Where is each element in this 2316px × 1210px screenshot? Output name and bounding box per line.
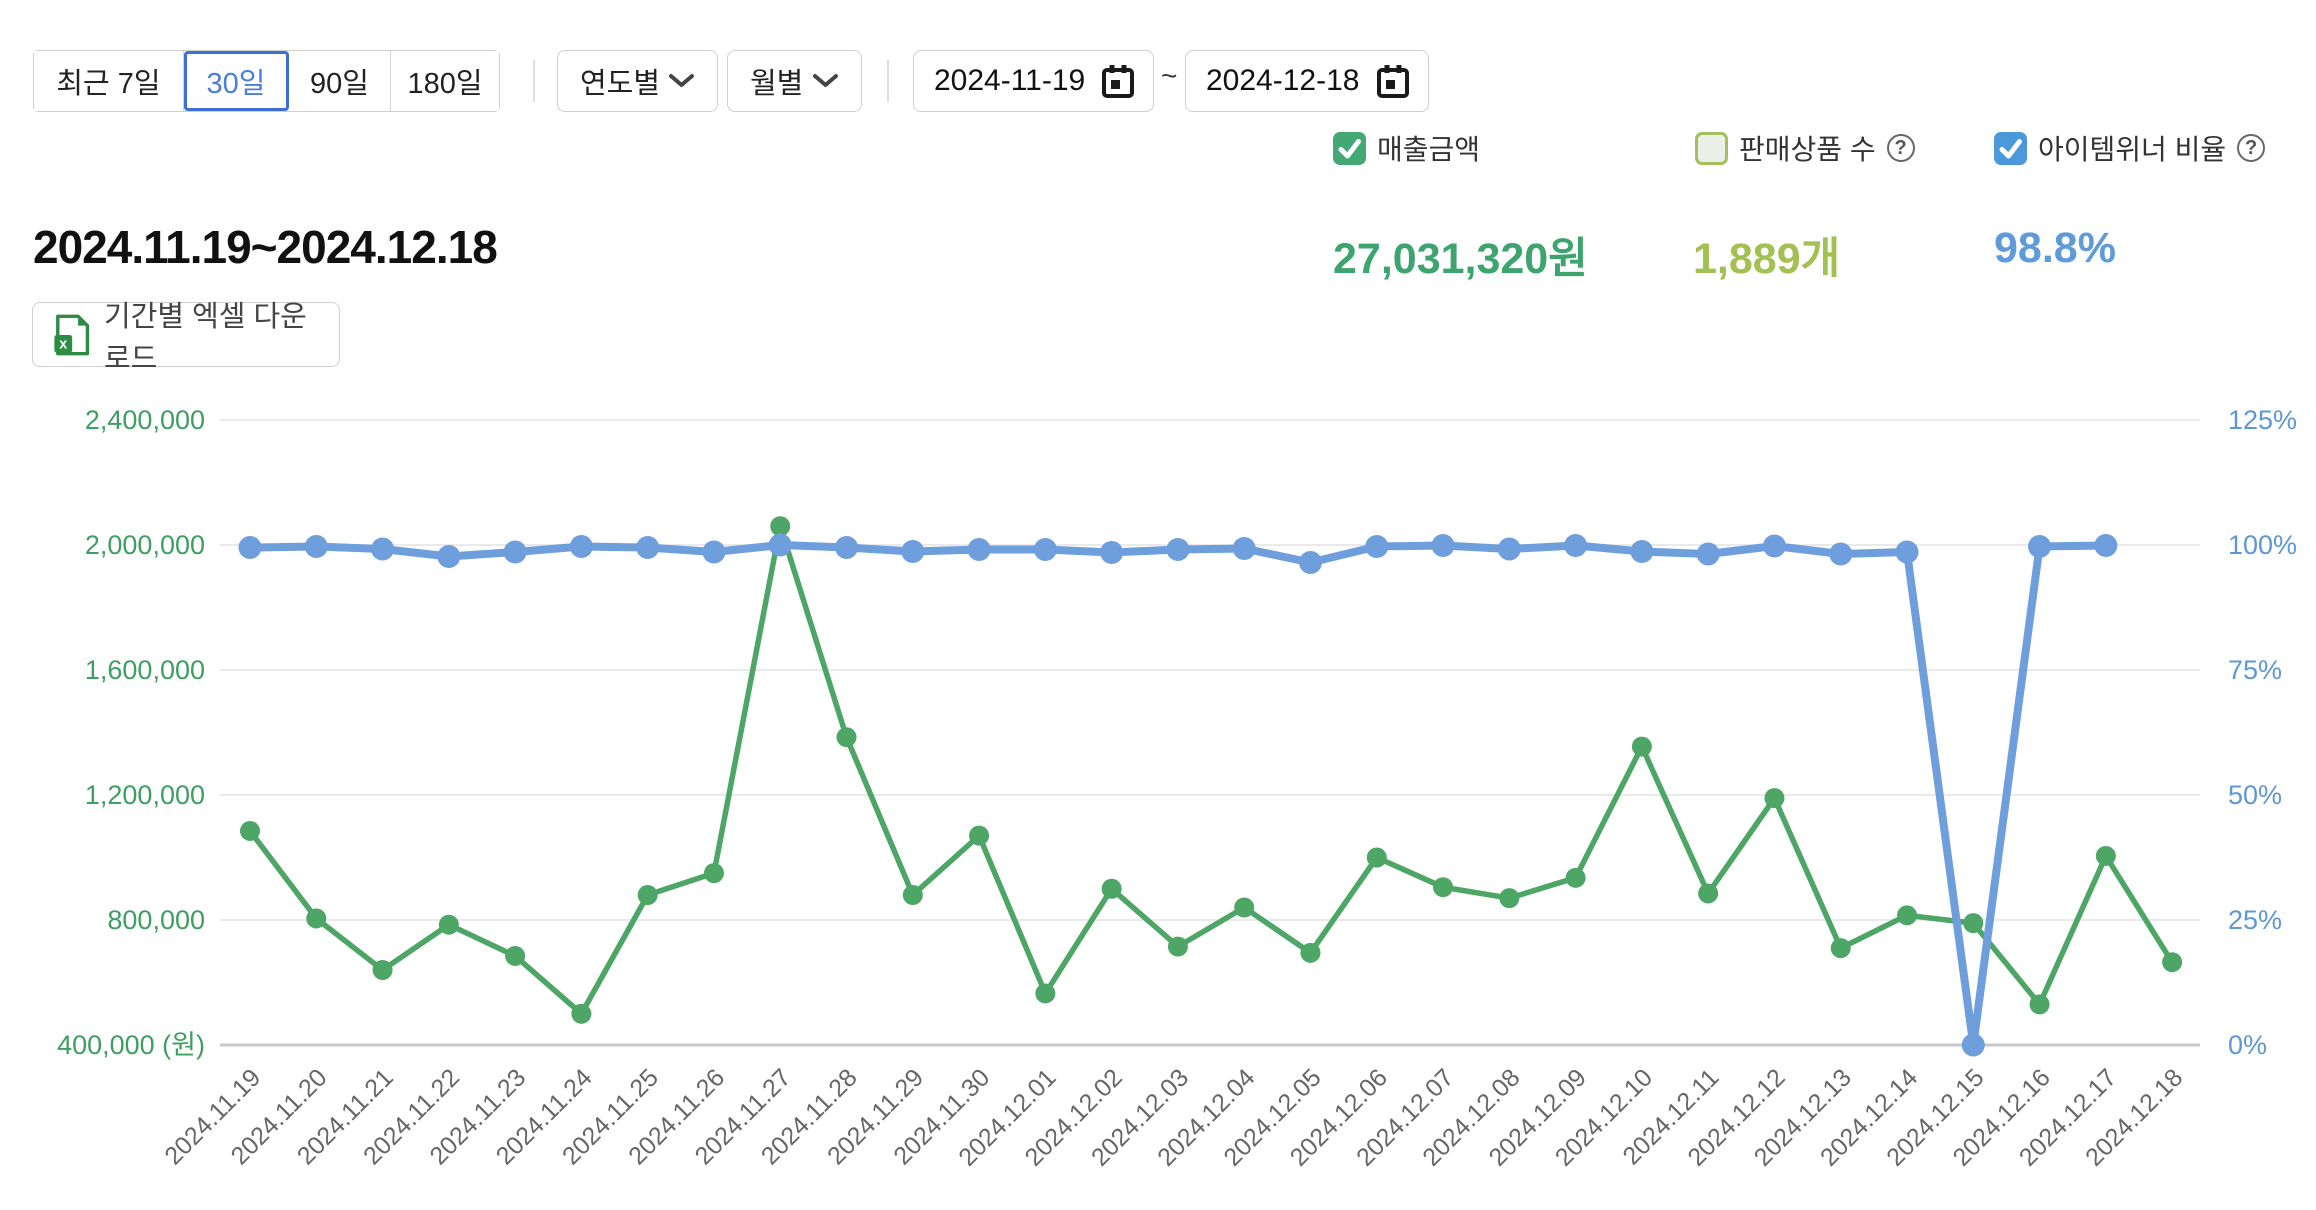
data-point[interactable] xyxy=(2028,535,2051,558)
data-point[interactable] xyxy=(901,540,924,563)
svg-text:2,000,000: 2,000,000 xyxy=(85,530,205,560)
data-point[interactable] xyxy=(439,915,459,935)
data-point[interactable] xyxy=(1963,913,1983,933)
data-point[interactable] xyxy=(1630,540,1653,563)
x-axis-labels: 2024.11.192024.11.202024.11.212024.11.22… xyxy=(159,1063,2188,1171)
data-point[interactable] xyxy=(570,535,593,558)
data-point[interactable] xyxy=(1432,534,1455,557)
sales-line-chart: 2,400,000 2,000,000 1,600,000 1,200,000 800,… xyxy=(0,0,2316,1210)
data-point[interactable] xyxy=(1034,538,1057,561)
data-point[interactable] xyxy=(2096,846,2116,866)
data-point[interactable] xyxy=(306,908,326,928)
data-point[interactable] xyxy=(371,538,394,561)
data-point[interactable] xyxy=(702,541,725,564)
data-point[interactable] xyxy=(835,536,858,559)
data-point[interactable] xyxy=(1566,868,1586,888)
svg-text:800,000: 800,000 xyxy=(107,905,205,935)
left-axis-labels: 2,400,000 2,000,000 1,600,000 1,200,000 800,… xyxy=(57,405,205,1060)
data-point[interactable] xyxy=(1962,1034,1985,1057)
data-point[interactable] xyxy=(968,538,991,561)
data-point[interactable] xyxy=(505,946,525,966)
data-point[interactable] xyxy=(769,534,792,557)
series-sales xyxy=(240,516,2182,1024)
data-point[interactable] xyxy=(2162,952,2182,972)
data-point[interactable] xyxy=(1233,537,1256,560)
data-point[interactable] xyxy=(373,960,393,980)
data-point[interactable] xyxy=(1367,848,1387,868)
data-point[interactable] xyxy=(240,821,260,841)
data-point[interactable] xyxy=(1763,535,1786,558)
svg-text:125%: 125% xyxy=(2228,405,2297,435)
data-point[interactable] xyxy=(969,826,989,846)
data-point[interactable] xyxy=(437,545,460,568)
svg-text:0%: 0% xyxy=(2228,1030,2267,1060)
data-point[interactable] xyxy=(1896,541,1919,564)
svg-text:25%: 25% xyxy=(2228,905,2282,935)
data-point[interactable] xyxy=(1100,541,1123,564)
data-point[interactable] xyxy=(504,541,527,564)
data-point[interactable] xyxy=(1499,888,1519,908)
data-point[interactable] xyxy=(571,1004,591,1024)
data-point[interactable] xyxy=(2094,534,2117,557)
data-point[interactable] xyxy=(1168,937,1188,957)
data-point[interactable] xyxy=(1564,534,1587,557)
data-point[interactable] xyxy=(1234,898,1254,918)
data-point[interactable] xyxy=(1433,877,1453,897)
svg-text:400,000 (원): 400,000 (원) xyxy=(57,1030,205,1060)
data-point[interactable] xyxy=(1365,535,1388,558)
data-point[interactable] xyxy=(1166,538,1189,561)
svg-text:1,600,000: 1,600,000 xyxy=(85,655,205,685)
data-point[interactable] xyxy=(2030,994,2050,1014)
data-point[interactable] xyxy=(704,863,724,883)
svg-text:75%: 75% xyxy=(2228,655,2282,685)
right-axis-labels: 125% 100% 75% 50% 25% 0% xyxy=(2228,405,2297,1060)
data-point[interactable] xyxy=(305,535,328,558)
data-point[interactable] xyxy=(1299,551,1322,574)
data-point[interactable] xyxy=(1102,879,1122,899)
data-point[interactable] xyxy=(770,516,790,536)
data-point[interactable] xyxy=(1764,788,1784,808)
svg-text:100%: 100% xyxy=(2228,530,2297,560)
sales-analytics-page: 최근 7일 30일 90일 180일 연도별 월별 2024-11-19 ~ 2… xyxy=(0,0,2316,1210)
data-point[interactable] xyxy=(1632,737,1652,757)
data-point[interactable] xyxy=(1498,538,1521,561)
data-point[interactable] xyxy=(837,727,857,747)
data-point[interactable] xyxy=(1829,543,1852,566)
data-point[interactable] xyxy=(1300,943,1320,963)
svg-text:1,200,000: 1,200,000 xyxy=(85,780,205,810)
data-point[interactable] xyxy=(638,885,658,905)
data-point[interactable] xyxy=(1897,905,1917,925)
svg-text:50%: 50% xyxy=(2228,780,2282,810)
data-point[interactable] xyxy=(1697,543,1720,566)
data-point[interactable] xyxy=(1831,938,1851,958)
data-point[interactable] xyxy=(1698,883,1718,903)
data-point[interactable] xyxy=(636,536,659,559)
data-point[interactable] xyxy=(239,536,262,559)
svg-text:2,400,000: 2,400,000 xyxy=(85,405,205,435)
data-point[interactable] xyxy=(903,885,923,905)
data-point[interactable] xyxy=(1035,983,1055,1003)
